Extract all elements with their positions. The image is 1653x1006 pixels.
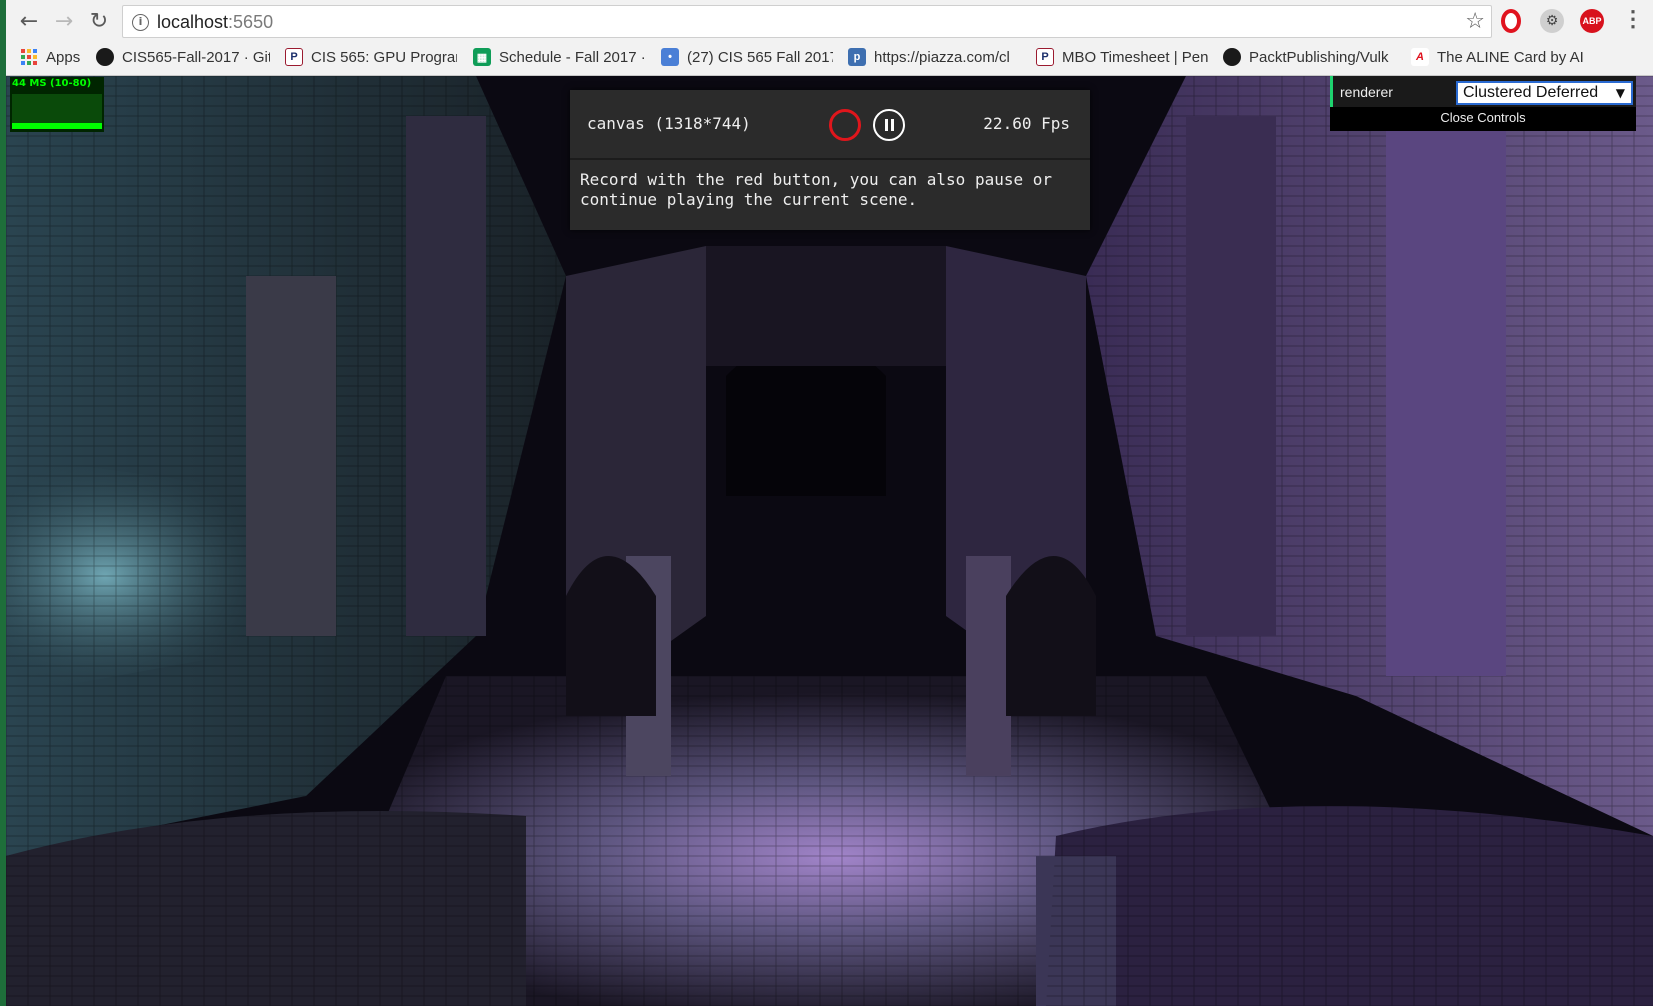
stats-bar xyxy=(12,123,102,129)
bookmark-label: CIS565-Fall-2017 · Git xyxy=(122,48,270,66)
address-bar[interactable]: i localhost:5650 ☆ xyxy=(122,5,1492,38)
stats-graph xyxy=(12,94,102,124)
bookmark-apps[interactable]: Apps xyxy=(20,46,90,68)
capture-panel: canvas (1318*744) 22.60 Fps Record with … xyxy=(570,90,1090,230)
sheets-icon: ▦ xyxy=(473,48,491,66)
bookmark-aline-card[interactable]: A The ALINE Card by AI xyxy=(1411,46,1583,68)
renderer-select[interactable]: Clustered Deferred ▼ xyxy=(1456,81,1633,105)
bookmarks-bar: Apps CIS565-Fall-2017 · Git P CIS 565: G… xyxy=(0,44,1653,70)
chat-icon: • xyxy=(661,48,679,66)
renderer-label: renderer xyxy=(1340,84,1393,100)
bookmark-cis565-github[interactable]: CIS565-Fall-2017 · Git xyxy=(96,46,270,68)
bookmark-label: MBO Timesheet | Pen xyxy=(1062,48,1208,66)
penn-shield-icon: P xyxy=(1036,48,1054,66)
bookmark-piazza[interactable]: p https://piazza.com/cl xyxy=(848,46,1020,68)
github-icon xyxy=(96,48,114,66)
opera-extension-icon[interactable] xyxy=(1501,9,1521,33)
extension-gear-icon[interactable]: ⚙ xyxy=(1540,9,1564,33)
capture-help-text: Record with the red button, you can also… xyxy=(580,170,1053,209)
canvas-size-label: canvas (1318*744) xyxy=(587,114,751,133)
record-button[interactable] xyxy=(829,109,861,141)
browser-menu-icon[interactable]: ⋮ xyxy=(1622,8,1644,34)
capture-header: canvas (1318*744) 22.60 Fps xyxy=(570,90,1090,160)
stats-label: 44 MS (10-80) xyxy=(12,78,92,89)
bookmark-schedule[interactable]: ▦ Schedule - Fall 2017 · xyxy=(473,46,645,68)
close-controls-button[interactable]: Close Controls xyxy=(1330,107,1636,131)
url-port: :5650 xyxy=(228,12,274,32)
pause-button[interactable] xyxy=(873,109,905,141)
url-text: localhost:5650 xyxy=(157,12,273,33)
adblock-plus-icon[interactable]: ABP xyxy=(1580,9,1604,33)
bookmark-label: Schedule - Fall 2017 · xyxy=(499,48,645,66)
bookmark-cis565-chat[interactable]: • (27) CIS 565 Fall 2017 xyxy=(661,46,833,68)
apps-icon xyxy=(20,48,38,66)
renderer-row: renderer Clustered Deferred ▼ xyxy=(1330,76,1636,107)
bookmark-star-icon[interactable]: ☆ xyxy=(1465,9,1485,34)
fps-readout: 22.60 Fps xyxy=(983,114,1070,133)
github-icon xyxy=(1223,48,1241,66)
bookmark-mbo-timesheet[interactable]: P MBO Timesheet | Pen xyxy=(1036,46,1208,68)
piazza-icon: p xyxy=(848,48,866,66)
bookmark-label: https://piazza.com/cl xyxy=(874,48,1010,66)
site-info-icon[interactable]: i xyxy=(132,14,149,31)
bookmark-label: The ALINE Card by AI xyxy=(1437,48,1583,66)
reload-icon[interactable]: ↻ xyxy=(84,6,114,36)
dropdown-caret-icon: ▼ xyxy=(1615,86,1625,100)
bookmark-cis565-gpu[interactable]: P CIS 565: GPU Program xyxy=(285,46,457,68)
bookmark-label: (27) CIS 565 Fall 2017 xyxy=(687,48,833,66)
penn-shield-icon: P xyxy=(285,48,303,66)
fps-stats-widget[interactable]: 44 MS (10-80) xyxy=(10,77,104,132)
bookmark-label: PacktPublishing/Vulk xyxy=(1249,48,1389,66)
back-arrow-icon[interactable]: ← xyxy=(14,6,44,36)
bookmark-packtpublishing[interactable]: PacktPublishing/Vulk xyxy=(1223,46,1395,68)
forward-arrow-icon[interactable]: → xyxy=(49,6,79,36)
controls-panel: renderer Clustered Deferred ▼ Close Cont… xyxy=(1330,76,1636,131)
renderer-select-value: Clustered Deferred xyxy=(1463,84,1599,101)
bookmark-label: CIS 565: GPU Program xyxy=(311,48,457,66)
bookmark-label: Apps xyxy=(46,48,81,66)
browser-chrome: ← → ↻ i localhost:5650 ☆ ⚙ ABP ⋮ Apps CI… xyxy=(0,0,1653,76)
url-host: localhost xyxy=(157,12,229,32)
aline-icon: A xyxy=(1411,48,1429,66)
window-edge xyxy=(0,0,6,1006)
